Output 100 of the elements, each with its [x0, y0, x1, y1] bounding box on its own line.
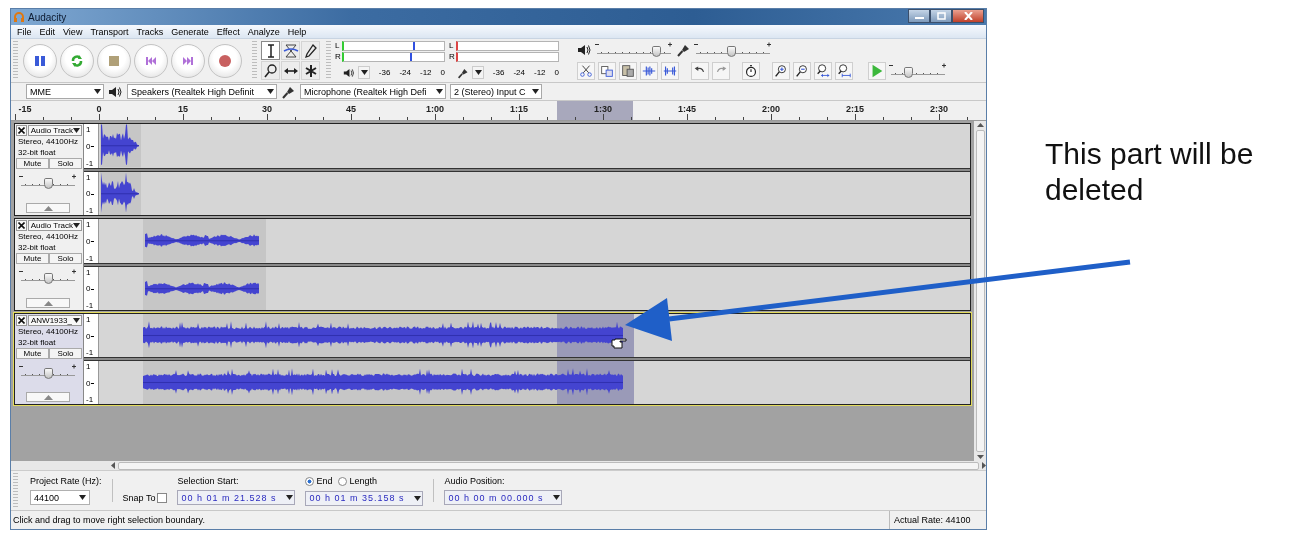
menu-item[interactable]: Effect — [212, 26, 244, 37]
scroll-left-icon[interactable] — [111, 462, 115, 469]
gain-slider[interactable] — [19, 269, 77, 285]
menu-item[interactable]: File — [13, 26, 36, 37]
play-icon[interactable] — [868, 61, 886, 80]
silence-icon[interactable] — [661, 61, 679, 80]
track-name-button[interactable]: Audio Track — [27, 125, 82, 136]
menu-item[interactable]: View — [59, 26, 87, 37]
caret-icon — [436, 89, 443, 94]
track-name-button[interactable]: Audio Track — [27, 220, 82, 231]
close-button[interactable] — [952, 9, 984, 23]
project-rate-dropdown[interactable]: 44100 — [30, 490, 90, 505]
channel-label: L — [335, 42, 341, 50]
menu-item[interactable]: Tracks — [132, 26, 168, 37]
mute-button[interactable]: Mute — [16, 348, 49, 359]
gain-slider[interactable] — [19, 174, 77, 190]
solo-button[interactable]: Solo — [49, 158, 82, 169]
time-field[interactable]: 00 h 01 m 35.158 s — [305, 490, 424, 506]
output-volume-slider[interactable] — [595, 41, 673, 58]
fit-selection-icon[interactable] — [814, 61, 832, 80]
waveform[interactable] — [99, 266, 970, 310]
mute-button[interactable]: Mute — [16, 253, 49, 264]
skip-to-start-button[interactable] — [134, 43, 168, 78]
collapse-button[interactable] — [26, 203, 70, 213]
scroll-down-icon[interactable] — [976, 455, 984, 459]
menu-item[interactable]: Analyze — [243, 26, 284, 37]
channel-label: R — [449, 53, 456, 61]
menu-item[interactable]: Transport — [86, 26, 133, 37]
collapse-button[interactable] — [26, 298, 70, 308]
meter-menu-button[interactable] — [472, 66, 484, 79]
gain-slider[interactable] — [19, 364, 77, 380]
minimize-button[interactable] — [908, 9, 930, 23]
slider-thumb[interactable] — [726, 45, 736, 57]
input-device-dropdown[interactable]: Microphone (Realtek High Defi — [300, 84, 446, 99]
solo-button[interactable]: Solo — [49, 348, 82, 359]
timeline-ruler[interactable]: -15 0 15 30 45 1:00 1:15 1:30 1:45 2:00 2:15 2:30 — [11, 101, 986, 121]
playback-speed-slider[interactable] — [889, 62, 947, 79]
annotation-text: This part will be deleted — [1045, 136, 1255, 208]
ruler-label: 15 — [178, 104, 188, 114]
mute-button[interactable]: Mute — [16, 158, 49, 169]
waveform[interactable] — [99, 361, 970, 404]
copy-icon[interactable] — [598, 61, 616, 80]
trim-icon[interactable] — [640, 61, 658, 80]
collapse-button[interactable] — [26, 392, 70, 402]
slider-thumb[interactable] — [44, 368, 53, 379]
envelope-tool-icon — [282, 42, 299, 59]
scroll-right-icon[interactable] — [982, 462, 986, 469]
undo-icon[interactable] — [691, 61, 709, 80]
skip-to-end-button[interactable] — [171, 43, 205, 78]
headphones-icon — [13, 11, 25, 23]
vertical-scrollbar[interactable] — [974, 121, 986, 461]
pause-button[interactable] — [23, 43, 57, 78]
stopwatch-icon[interactable] — [742, 61, 760, 80]
maximize-button[interactable] — [930, 9, 952, 23]
radio-button[interactable]: End — [305, 476, 333, 486]
time-field[interactable]: 00 h 01 m 21.528 s — [177, 490, 296, 505]
input-channels-dropdown[interactable]: 2 (Stereo) Input C — [450, 84, 542, 99]
grip-handle[interactable] — [13, 473, 18, 508]
triangle-up-icon — [43, 205, 53, 211]
time-field[interactable]: 00 h 00 m 00.000 s — [444, 490, 563, 505]
track-name-button[interactable]: ANW1933_ — [28, 315, 82, 326]
slider-thumb[interactable] — [903, 66, 913, 78]
zoom-in-icon[interactable] — [772, 61, 790, 80]
horizontal-scrollbar[interactable] — [11, 461, 986, 471]
fit-project-icon[interactable] — [835, 61, 853, 80]
meter-scale-label: 0 — [440, 68, 445, 77]
grip-handle[interactable] — [13, 41, 18, 80]
waveform[interactable] — [99, 171, 970, 215]
slider-thumb[interactable] — [44, 178, 53, 189]
scroll-up-icon[interactable] — [976, 123, 984, 127]
meter-menu-button[interactable] — [358, 66, 370, 79]
ruler-label: 1:30 — [594, 104, 612, 114]
input-volume-slider[interactable] — [694, 41, 772, 58]
ruler-label: 1:15 — [510, 104, 528, 114]
ruler-label: 2:30 — [930, 104, 948, 114]
slider-thumb[interactable] — [651, 45, 661, 57]
scissors-icon[interactable] — [577, 61, 595, 80]
meter-scale-label: -12 — [420, 68, 432, 77]
snap-to-checkbox[interactable] — [157, 492, 168, 503]
waveform[interactable] — [99, 314, 970, 357]
menu-item[interactable]: Generate — [167, 26, 213, 37]
track-sample-format: 32-bit float — [17, 242, 57, 253]
loop-button[interactable] — [60, 43, 94, 78]
solo-button[interactable]: Solo — [49, 253, 82, 264]
meter-scale-label: -24 — [513, 68, 525, 77]
tool-button[interactable] — [261, 41, 280, 60]
zoom-out-icon[interactable] — [793, 61, 811, 80]
scrollbar-thumb[interactable] — [118, 461, 979, 470]
output-device-dropdown[interactable]: Speakers (Realtek High Definit — [127, 84, 277, 99]
menu-item[interactable]: Help — [283, 26, 311, 37]
audio-host-dropdown[interactable]: MME — [26, 84, 104, 99]
menu-item[interactable]: Edit — [35, 26, 60, 37]
waveform[interactable] — [99, 219, 970, 263]
paste-icon[interactable] — [619, 61, 637, 80]
ruler-label: 45 — [346, 104, 356, 114]
slider-thumb[interactable] — [44, 273, 53, 284]
stop-button[interactable] — [97, 43, 131, 78]
record-button[interactable] — [208, 43, 242, 78]
scrollbar-thumb[interactable] — [975, 130, 985, 452]
radio-button[interactable]: Length — [338, 476, 377, 486]
